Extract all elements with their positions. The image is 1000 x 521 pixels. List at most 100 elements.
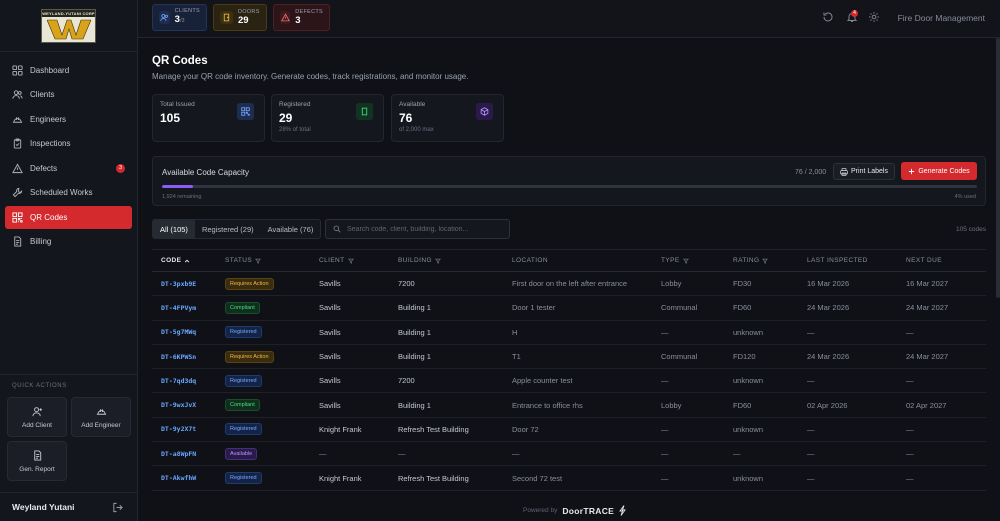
sidebar-item-inspections[interactable]: Inspections: [5, 132, 132, 155]
client-cell: Savills: [319, 303, 341, 313]
table-row[interactable]: DT-7qd3dq Registered Savills 7200 Apple coun…: [152, 369, 986, 394]
sidebar-item-qr-codes[interactable]: QR Codes: [5, 205, 132, 229]
kpi-registered: Registered 29 28% of total: [271, 94, 384, 142]
door-icon: [220, 11, 233, 24]
rating-cell: unknown: [733, 376, 764, 386]
column-header-rating[interactable]: RATING: [733, 257, 807, 264]
status-badge: Registered: [225, 472, 262, 485]
generate-codes-button[interactable]: Generate Codes: [901, 162, 977, 180]
column-header-code[interactable]: CODE: [152, 257, 225, 264]
type-cell: —: [661, 327, 669, 337]
document-icon: [33, 449, 41, 461]
column-header-last-inspected[interactable]: LAST INSPECTED: [807, 257, 906, 264]
sidebar-item-clients[interactable]: Clients: [5, 83, 132, 106]
column-header-status[interactable]: STATUS: [225, 257, 319, 264]
sidebar-item-label: Engineers: [30, 114, 67, 124]
column-header-building[interactable]: BUILDING: [398, 257, 512, 264]
filter-icon[interactable]: [682, 258, 689, 264]
qr-code-link[interactable]: DT-9y2X7t: [152, 425, 225, 433]
add-engineer-button[interactable]: Add Engineer: [71, 397, 131, 437]
qr-icon: [237, 103, 254, 120]
table-row[interactable]: DT-9wxJvX Compliant Savills Building 1 Entra…: [152, 393, 986, 418]
sidebar-item-defects[interactable]: Defects 3: [5, 157, 132, 180]
tab-registered[interactable]: Registered (29): [195, 220, 261, 238]
column-header-location[interactable]: LOCATION: [512, 257, 661, 264]
quick-actions-title: QUICK ACTIONS: [12, 383, 67, 389]
table-row[interactable]: DT-a8WpFN Available — — — — — — —: [152, 442, 986, 467]
qr-code-link[interactable]: DT-AkwfhW: [152, 474, 225, 482]
doors-value: 29: [238, 15, 249, 26]
sidebar-item-dashboard[interactable]: Dashboard: [5, 59, 132, 82]
table-row[interactable]: DT-9y2X7t Registered Knight Frank Refresh T…: [152, 418, 986, 443]
last-inspected-cell: —: [807, 376, 815, 386]
qr-code-link[interactable]: DT-9wxJvX: [152, 401, 225, 409]
gear-icon[interactable]: [868, 11, 880, 23]
sidebar-item-engineers[interactable]: Engineers: [5, 108, 132, 131]
filter-icon[interactable]: [762, 258, 769, 264]
status-badge: Compliant: [225, 301, 260, 314]
codes-count: 105 codes: [956, 226, 986, 233]
page-scrollbar[interactable]: [996, 38, 1000, 298]
search-icon: [333, 225, 341, 233]
column-header-client[interactable]: CLIENT: [319, 257, 398, 264]
sidebar-item-label: Scheduled Works: [30, 188, 93, 197]
table-row[interactable]: DT-AkwfhW Registered Knight Frank Refresh T…: [152, 466, 986, 491]
building-cell: Building 1: [398, 352, 431, 362]
logout-icon[interactable]: [112, 502, 123, 513]
qr-code-link[interactable]: DT-3pxb9E: [152, 280, 225, 288]
grid-icon: [12, 64, 23, 76]
page-subtitle: Manage your QR code inventory. Generate …: [152, 72, 469, 81]
tab-available[interactable]: Available (76): [261, 220, 321, 238]
status-cell: Requires Action: [225, 350, 319, 363]
status-cell: Registered: [225, 374, 319, 387]
last-inspected-cell: —: [807, 327, 815, 337]
status-badge: Registered: [225, 423, 262, 436]
location-cell: Apple counter test: [512, 376, 573, 386]
search-box: [325, 219, 510, 239]
capacity-progress-fill: [162, 185, 193, 188]
search-input[interactable]: [347, 225, 507, 233]
filter-icon[interactable]: [255, 258, 262, 264]
defects-stat-chip[interactable]: DEFECTS 3: [273, 4, 330, 31]
sidebar-item-scheduled-works[interactable]: Scheduled Works: [5, 181, 132, 204]
column-header-type[interactable]: TYPE: [661, 257, 733, 264]
print-labels-button[interactable]: Print Labels: [833, 163, 895, 180]
tab-all[interactable]: All (105): [153, 220, 195, 238]
doors-stat-chip[interactable]: DOORS 29: [213, 4, 267, 31]
powered-by-text: Powered by: [523, 507, 558, 514]
table-row[interactable]: DT-5g7MWq Registered Savills Building 1 H — un…: [152, 321, 986, 345]
refresh-icon[interactable]: [822, 11, 834, 23]
chip-text: DEFECTS 3: [295, 9, 323, 26]
building-cell: 7200: [398, 376, 415, 386]
qr-code-link[interactable]: DT-a8WpFN: [152, 450, 225, 458]
qr-code-link[interactable]: DT-6KPWSn: [152, 353, 225, 361]
sidebar-item-billing[interactable]: Billing: [5, 230, 132, 253]
qr-code-link[interactable]: DT-5g7MWq: [152, 328, 225, 336]
location-cell: —: [512, 449, 520, 459]
generate-report-button[interactable]: Gen. Report: [7, 441, 67, 481]
table-row[interactable]: DT-3pxb9E Requires Action Savills 7200 First…: [152, 272, 986, 297]
column-header-next-due[interactable]: NEXT DUE: [906, 257, 986, 264]
quick-action-label: Gen. Report: [19, 465, 55, 473]
table-row[interactable]: DT-4FPVym Compliant Savills Building 1 Door …: [152, 296, 986, 321]
filter-icon[interactable]: [347, 258, 354, 264]
qr-code-link[interactable]: DT-7qd3dq: [152, 377, 225, 385]
rating-cell: unknown: [733, 327, 764, 337]
building-cell: Refresh Test Building: [398, 473, 469, 483]
status-cell: Requires Action: [225, 277, 319, 290]
capacity-title: Available Code Capacity: [162, 168, 250, 177]
capacity-panel: Available Code Capacity 76 / 2,000 Print…: [152, 156, 986, 206]
user-plus-icon: [31, 406, 42, 416]
client-cell: Savills: [319, 376, 341, 386]
qr-codes-table: CODE STATUS CLIENT BUILDING LOCATION TYP…: [152, 249, 986, 491]
kpi-sub: of 2,000 max: [399, 127, 434, 133]
add-client-button[interactable]: Add Client: [7, 397, 67, 437]
doortrace-logo[interactable]: DoorTRACE: [562, 506, 614, 516]
filter-icon[interactable]: [434, 258, 441, 264]
qr-code-link[interactable]: DT-4FPVym: [152, 304, 225, 312]
company-logo[interactable]: WEYLAND-YUTANI CORP: [41, 8, 96, 43]
main-content: QR Codes Manage your QR code inventory. …: [138, 38, 1000, 521]
clients-stat-chip[interactable]: CLIENTS 3/3: [152, 4, 207, 31]
table-row[interactable]: DT-6KPWSn Requires Action Savills Building …: [152, 345, 986, 370]
chip-value: 3/3: [175, 14, 200, 27]
